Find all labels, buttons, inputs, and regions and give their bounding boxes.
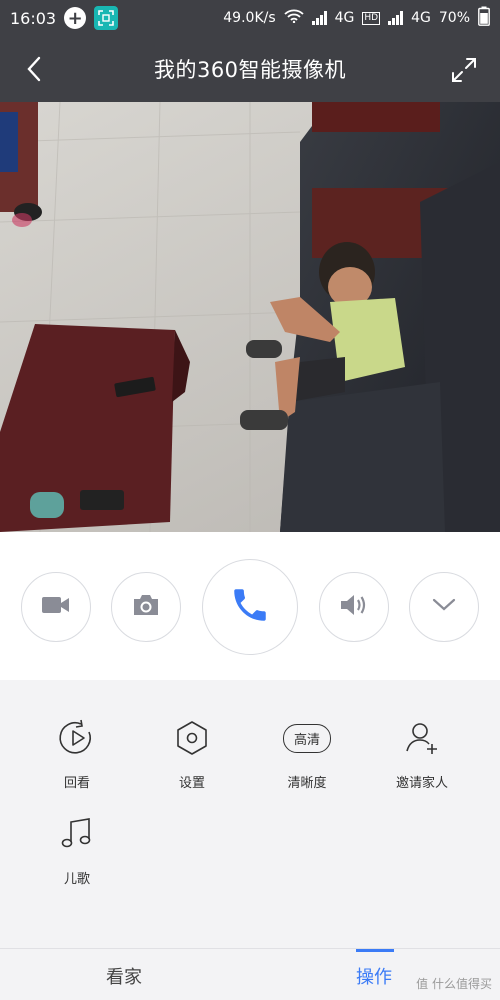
bottom-tab-bar: 看家 操作 值 什么值得买 [0,948,500,1000]
tool-settings[interactable]: 设置 [137,714,247,791]
tool-label: 儿歌 [63,872,90,887]
watermark: 值 什么值得买 [416,977,492,991]
hd-badge-icon: 高清 [283,714,331,762]
tab-operations[interactable]: 操作 [356,963,392,989]
scan-app-icon [94,6,119,30]
camera-controls [0,532,500,680]
network-type-1: 4G [334,10,355,26]
call-button[interactable] [202,559,298,655]
tool-label: 清晰度 [287,776,327,791]
status-bar: 16:03 + 49.0K/s 4G HD 4G 70% [0,0,500,36]
tab-home-watch[interactable]: 看家 [106,963,142,989]
sound-button[interactable] [319,572,389,642]
page-title: 我的360智能摄像机 [153,58,347,82]
add-user-icon [398,714,446,762]
playback-icon [53,714,101,762]
tool-invite-family[interactable]: 邀请家人 [367,714,477,791]
status-time: 16:03 [10,8,57,28]
video-camera-icon [41,594,71,620]
net-speed: 49.0K/s [223,10,276,26]
tool-resolution[interactable]: 高清 清晰度 [252,714,362,791]
tool-label: 回看 [63,776,90,791]
signal-icon [311,11,327,25]
camera-scene-image [0,102,500,532]
chevron-down-icon [431,597,457,617]
signal-icon-2 [388,11,404,25]
tool-playback[interactable]: 回看 [22,714,132,791]
network-type-2: 4G [411,10,431,26]
operations-panel: 回看 设置 高清 清晰度 邀请家人 儿歌 [0,680,500,948]
plus-app-icon: + [64,7,87,29]
hd-voice-icon: HD [362,11,381,25]
fullscreen-icon[interactable] [450,56,478,84]
hd-badge: 高清 [283,723,331,753]
phone-icon [229,584,271,630]
wifi-icon [284,9,304,27]
battery-icon [478,6,490,30]
tool-label: 邀请家人 [395,776,448,791]
record-button[interactable] [21,572,91,642]
tool-label: 设置 [178,776,205,791]
active-tab-indicator [356,949,394,952]
speaker-icon [339,592,369,622]
music-note-icon [53,810,101,858]
back-arrow-icon[interactable] [20,54,50,84]
title-bar: 我的360智能摄像机 [0,36,500,102]
more-button[interactable] [409,572,479,642]
camera-video-feed[interactable] [0,102,500,532]
tool-nursery-rhymes[interactable]: 儿歌 [22,810,132,887]
snapshot-button[interactable] [111,572,181,642]
camera-icon [132,593,160,621]
hexagon-settings-icon [168,714,216,762]
battery-level: 70% [438,10,470,26]
